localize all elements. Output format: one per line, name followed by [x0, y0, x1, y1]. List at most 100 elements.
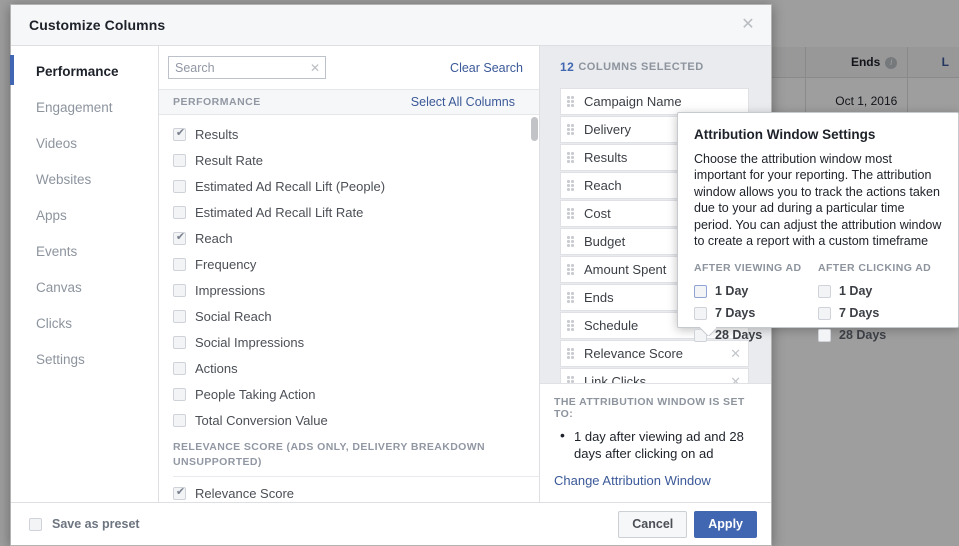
- after-clicking-ad-group: AFTER CLICKING AD 1 Day 7 Days 28 Days: [818, 262, 942, 346]
- after-viewing-7-days[interactable]: 7 Days: [694, 302, 818, 324]
- after-viewing-1-day[interactable]: 1 Day: [694, 280, 818, 302]
- metrics-checklist[interactable]: Results Result Rate Estimated Ad Recall …: [159, 115, 539, 502]
- popover-arrow: [700, 327, 716, 336]
- list-item-label: Frequency: [195, 257, 256, 272]
- list-item-label: Reach: [195, 231, 233, 246]
- checkbox[interactable]: [818, 285, 831, 298]
- option-label: 7 Days: [839, 306, 879, 320]
- checkbox[interactable]: [173, 388, 186, 401]
- after-clicking-ad-title: AFTER CLICKING AD: [818, 262, 942, 274]
- drag-handle-icon[interactable]: [567, 292, 576, 303]
- cancel-button[interactable]: Cancel: [618, 511, 687, 538]
- checkbox[interactable]: [173, 232, 186, 245]
- sidebar-item-settings[interactable]: Settings: [11, 346, 158, 372]
- checkbox[interactable]: [173, 128, 186, 141]
- drag-handle-icon[interactable]: [567, 208, 576, 219]
- selected-count: 12: [560, 60, 574, 74]
- list-item-label: Result Rate: [195, 153, 263, 168]
- list-item[interactable]: Reach: [159, 225, 539, 251]
- list-item[interactable]: Social Impressions: [159, 329, 539, 355]
- drag-handle-icon[interactable]: [567, 152, 576, 163]
- clear-search-link[interactable]: Clear Search: [450, 61, 523, 75]
- search-input[interactable]: [169, 57, 325, 78]
- sidebar-item-events[interactable]: Events: [11, 238, 158, 264]
- drag-handle-icon[interactable]: [567, 320, 576, 331]
- checkbox[interactable]: [173, 284, 186, 297]
- attribution-popover-description: Choose the attribution window most impor…: [694, 151, 942, 249]
- dialog-footer: Save as preset Cancel Apply: [11, 502, 771, 545]
- list-item-label: Estimated Ad Recall Lift Rate: [195, 205, 363, 220]
- save-as-preset-label: Save as preset: [52, 517, 140, 531]
- apply-button[interactable]: Apply: [694, 511, 757, 538]
- list-item[interactable]: Result Rate: [159, 147, 539, 173]
- list-item[interactable]: Campaign Name: [560, 88, 749, 115]
- list-item[interactable]: Estimated Ad Recall Lift (People): [159, 173, 539, 199]
- checkbox[interactable]: [173, 206, 186, 219]
- list-item-label: Relevance Score: [195, 486, 294, 501]
- checkbox[interactable]: [173, 258, 186, 271]
- list-item[interactable]: Actions: [159, 355, 539, 381]
- checkbox[interactable]: [173, 180, 186, 193]
- checkbox[interactable]: [818, 329, 831, 342]
- drag-handle-icon[interactable]: [567, 348, 576, 359]
- change-attribution-window-link[interactable]: Change Attribution Window: [554, 473, 755, 488]
- list-item[interactable]: Total Conversion Value: [159, 407, 539, 433]
- sidebar-item-videos[interactable]: Videos: [11, 130, 158, 156]
- sidebar-item-engagement[interactable]: Engagement: [11, 94, 158, 120]
- sidebar-item-performance[interactable]: Performance: [11, 58, 158, 84]
- save-as-preset-checkbox-row[interactable]: Save as preset: [29, 517, 140, 531]
- checkbox[interactable]: [694, 307, 707, 320]
- list-item-label: Social Impressions: [195, 335, 304, 350]
- attribution-popover-title: Attribution Window Settings: [694, 127, 942, 142]
- after-clicking-28-days[interactable]: 28 Days: [818, 324, 942, 346]
- list-item[interactable]: Estimated Ad Recall Lift Rate: [159, 199, 539, 225]
- after-viewing-ad-title: AFTER VIEWING AD: [694, 262, 818, 274]
- list-item[interactable]: Frequency: [159, 251, 539, 277]
- attribution-summary-title: THE ATTRIBUTION WINDOW IS SET TO:: [554, 396, 755, 420]
- list-item-label: Impressions: [195, 283, 265, 298]
- sidebar-item-clicks[interactable]: Clicks: [11, 310, 158, 336]
- drag-handle-icon[interactable]: [567, 236, 576, 247]
- drag-handle-icon[interactable]: [567, 264, 576, 275]
- select-all-columns-link[interactable]: Select All Columns: [411, 95, 515, 109]
- option-label: 7 Days: [715, 306, 755, 320]
- sidebar-item-canvas[interactable]: Canvas: [11, 274, 158, 300]
- checkbox[interactable]: [173, 310, 186, 323]
- checkbox[interactable]: [694, 285, 707, 298]
- remove-icon[interactable]: ✕: [730, 347, 741, 360]
- list-item[interactable]: Social Reach: [159, 303, 539, 329]
- checkbox[interactable]: [173, 414, 186, 427]
- drag-handle-icon[interactable]: [567, 376, 576, 383]
- list-item[interactable]: Impressions: [159, 277, 539, 303]
- sidebar-item-label: Events: [36, 244, 77, 259]
- close-icon[interactable]: ✕: [737, 14, 759, 36]
- sidebar-item-label: Performance: [36, 64, 119, 79]
- drag-handle-icon[interactable]: [567, 96, 576, 107]
- after-clicking-7-days[interactable]: 7 Days: [818, 302, 942, 324]
- list-item[interactable]: Results: [159, 121, 539, 147]
- scrollbar-track[interactable]: [530, 115, 539, 502]
- scrollbar-thumb[interactable]: [531, 117, 538, 141]
- checkbox[interactable]: [173, 336, 186, 349]
- sidebar-item-label: Engagement: [36, 100, 113, 115]
- attribution-options: AFTER VIEWING AD 1 Day 7 Days 28 Days AF…: [694, 262, 942, 346]
- list-item[interactable]: Relevance Score: [159, 480, 539, 502]
- drag-handle-icon[interactable]: [567, 180, 576, 191]
- search-bar: ✕ Clear Search: [159, 46, 539, 89]
- clear-icon[interactable]: ✕: [310, 62, 320, 74]
- drag-handle-icon[interactable]: [567, 124, 576, 135]
- option-label: 28 Days: [839, 328, 886, 342]
- checkbox[interactable]: [173, 154, 186, 167]
- checkbox[interactable]: [173, 362, 186, 375]
- sidebar-item-apps[interactable]: Apps: [11, 202, 158, 228]
- list-item[interactable]: Link Clicks ✕: [560, 368, 749, 383]
- checkbox[interactable]: [173, 487, 186, 500]
- remove-icon[interactable]: ✕: [730, 375, 741, 383]
- list-item-label: Delivery: [584, 122, 631, 137]
- list-item-label: Relevance Score: [584, 346, 683, 361]
- checkbox[interactable]: [29, 518, 42, 531]
- list-item[interactable]: People Taking Action: [159, 381, 539, 407]
- checkbox[interactable]: [818, 307, 831, 320]
- after-clicking-1-day[interactable]: 1 Day: [818, 280, 942, 302]
- sidebar-item-websites[interactable]: Websites: [11, 166, 158, 192]
